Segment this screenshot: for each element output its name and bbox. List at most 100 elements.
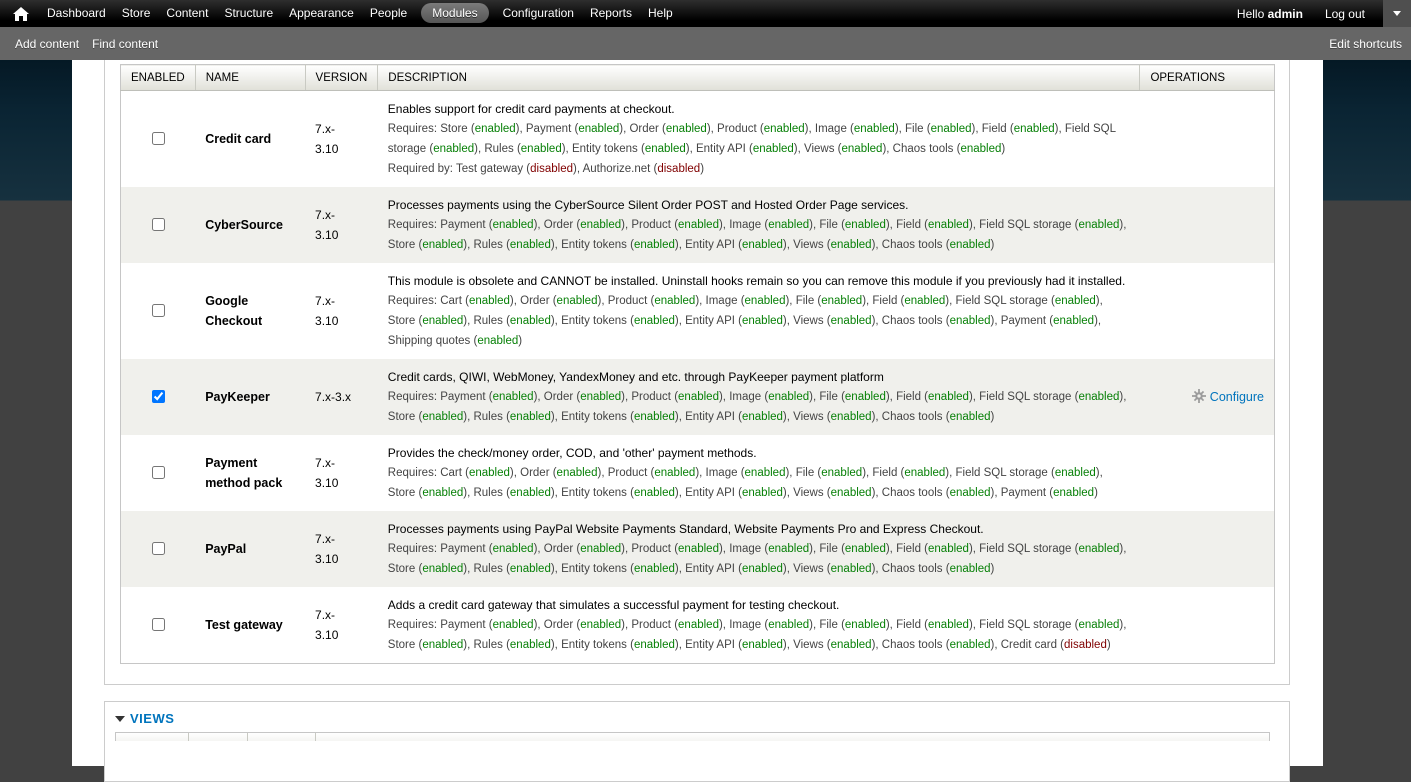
module-description-line: Required by: Test gateway (disabled), Au… — [387, 163, 705, 175]
shortcut-bar: Add content Find content Edit shortcuts — [0, 27, 1411, 60]
module-description: This module is obsolete and CANNOT be in… — [378, 263, 1140, 359]
module-name: Test gateway — [205, 618, 283, 632]
toolbar-menu-item[interactable]: Dashboard — [39, 0, 114, 27]
module-operations: Configure — [1140, 359, 1275, 435]
module-row: Test gateway 7.x-3.10 Adds a credit card… — [121, 587, 1275, 664]
module-enabled-checkbox[interactable] — [152, 131, 166, 145]
toolbar-menu-item[interactable]: Help — [640, 0, 681, 27]
module-description-line: Processes payments using the CyberSource… — [387, 198, 909, 212]
views-stub-cell — [116, 733, 188, 741]
module-version-text: 7.x-3.10 — [315, 122, 339, 156]
module-description: Provides the check/money order, COD, and… — [378, 435, 1140, 511]
module-name: Google Checkout — [205, 294, 263, 328]
module-row: PayKeeper 7.x-3.x Credit cards, QIWI, We… — [120, 359, 1275, 435]
module-enabled-checkbox[interactable] — [152, 389, 166, 403]
views-fieldset: VIEWS — [104, 701, 1290, 782]
module-description: Adds a credit card gateway that simulate… — [378, 587, 1140, 664]
module-row: Payment method pack 7.x-3.10 Provides th… — [121, 435, 1275, 511]
shortcut-links: Add content Find content — [0, 37, 158, 51]
module-enabled-cell — [121, 587, 196, 664]
toolbar-menu: Dashboard Store Content Structure Appear… — [39, 0, 681, 27]
toolbar-menu-item-label: Help — [648, 6, 673, 20]
module-description: Enables support for credit card payments… — [378, 91, 1140, 188]
module-description: Credit cards, QIWI, WebMoney, YandexMone… — [378, 359, 1140, 435]
toolbar-menu-item-label: Content — [166, 6, 209, 20]
edit-shortcuts-link[interactable]: Edit shortcuts — [1329, 37, 1402, 51]
home-icon[interactable] — [13, 6, 29, 21]
toolbar-menu-item[interactable]: Structure — [216, 0, 281, 27]
module-description-line: Processes payments using PayPal Website … — [387, 522, 984, 536]
modules-table-header-cell: VERSION — [304, 64, 378, 91]
module-enabled-cell — [121, 511, 196, 587]
module-description: Processes payments using the CyberSource… — [378, 187, 1140, 263]
views-stub-cell — [247, 733, 315, 741]
module-version: 7.x-3.10 — [305, 587, 378, 664]
module-version: 7.x-3.10 — [305, 187, 378, 263]
toolbar-toggle-button[interactable] — [1383, 0, 1411, 27]
module-enabled-checkbox[interactable] — [152, 303, 166, 317]
module-description-line: Requires: Payment (enabled), Order (enab… — [387, 619, 1127, 651]
module-description-line: This module is obsolete and CANNOT be in… — [387, 274, 1126, 288]
toolbar-menu-item-label: Modules — [421, 3, 489, 23]
user-greeting: Hello admin — [1237, 7, 1303, 21]
toolbar-menu-item-label: Structure — [224, 6, 274, 20]
toolbar-menu-item[interactable]: Reports — [582, 0, 640, 27]
toolbar-right: Hello admin Log out — [1237, 0, 1411, 27]
module-enabled-checkbox[interactable] — [152, 541, 166, 555]
toolbar-menu-item[interactable]: Appearance — [281, 0, 362, 27]
module-operations — [1140, 511, 1275, 587]
triangle-down-icon — [115, 715, 125, 722]
toolbar-menu-item[interactable]: People — [362, 0, 415, 27]
module-enabled-checkbox[interactable] — [152, 217, 166, 231]
module-operations — [1140, 187, 1275, 263]
module-name: PayPal — [205, 542, 247, 556]
toolbar-menu-item[interactable]: Store — [114, 0, 159, 27]
shortcut-link[interactable]: Find content — [92, 37, 158, 51]
module-description-line: Credit cards, QIWI, WebMoney, YandexMone… — [387, 370, 884, 384]
modules-table-header-cell: NAME — [194, 64, 306, 91]
modules-table-body: Credit card 7.x-3.10 Enables support for… — [120, 91, 1275, 664]
module-description-line: Requires: Store (enabled), Payment (enab… — [387, 123, 1116, 155]
module-name: PayKeeper — [205, 390, 270, 404]
views-stub-cell — [188, 733, 247, 741]
module-enabled-cell — [121, 263, 196, 359]
module-enabled-checkbox[interactable] — [152, 465, 166, 479]
module-operations — [1140, 435, 1275, 511]
modules-table-header-cell: OPERATIONS — [1139, 64, 1275, 91]
module-row: Google Checkout 7.x-3.10 This module is … — [121, 263, 1275, 359]
toolbar-menu-item[interactable]: Modules — [421, 0, 489, 27]
greeting-text: Hello — [1236, 6, 1265, 21]
module-version-text: 7.x-3.10 — [315, 294, 339, 328]
toolbar-menu-item[interactable]: Configuration — [495, 0, 582, 27]
logout-link[interactable]: Log out — [1325, 7, 1365, 21]
shortcut-link[interactable]: Add content — [15, 37, 79, 51]
toolbar-menu-item-label: People — [369, 6, 408, 20]
username: admin — [1267, 6, 1303, 21]
module-row: CyberSource 7.x-3.10 Processes payments … — [120, 187, 1275, 263]
module-description-line: Requires: Payment (enabled), Order (enab… — [387, 219, 1127, 251]
module-description-line: Requires: Payment (enabled), Order (enab… — [387, 391, 1127, 423]
module-row: PayPal 7.x-3.10 Processes payments using… — [120, 511, 1275, 587]
admin-toolbar: Dashboard Store Content Structure Appear… — [0, 0, 1411, 27]
module-version-text: 7.x-3.10 — [315, 208, 339, 242]
module-version: 7.x-3.10 — [305, 511, 378, 587]
module-row: Credit card 7.x-3.10 Enables support for… — [121, 91, 1275, 188]
toolbar-menu-item[interactable]: Content — [158, 0, 216, 27]
chevron-down-icon — [1393, 11, 1401, 16]
views-fieldset-toggle[interactable]: VIEWS — [115, 711, 1289, 726]
views-stub-cell — [315, 733, 1269, 741]
configure-link[interactable]: Configure — [1210, 390, 1264, 404]
module-operations — [1140, 91, 1275, 188]
modules-table: ENABLED NAME VERSION DESCRIPTION OPERATIONS … — [120, 64, 1275, 664]
modules-table-header-cell: DESCRIPTION — [377, 64, 1140, 91]
module-enabled-checkbox[interactable] — [152, 617, 166, 631]
toolbar-menu-item-label: Configuration — [502, 6, 574, 20]
module-description-line: Requires: Payment (enabled), Order (enab… — [387, 543, 1127, 575]
module-description-line: Requires: Cart (enabled), Order (enabled… — [387, 467, 1103, 499]
module-enabled-cell — [121, 187, 196, 263]
module-version-text: 7.x-3.10 — [315, 456, 339, 490]
module-description: Processes payments using PayPal Website … — [378, 511, 1140, 587]
module-version-text: 7.x-3.10 — [315, 532, 339, 566]
modules-table-header-row: ENABLED NAME VERSION DESCRIPTION OPERATIONS — [120, 64, 1275, 91]
toolbar-menu-item-label: Dashboard — [47, 6, 106, 20]
